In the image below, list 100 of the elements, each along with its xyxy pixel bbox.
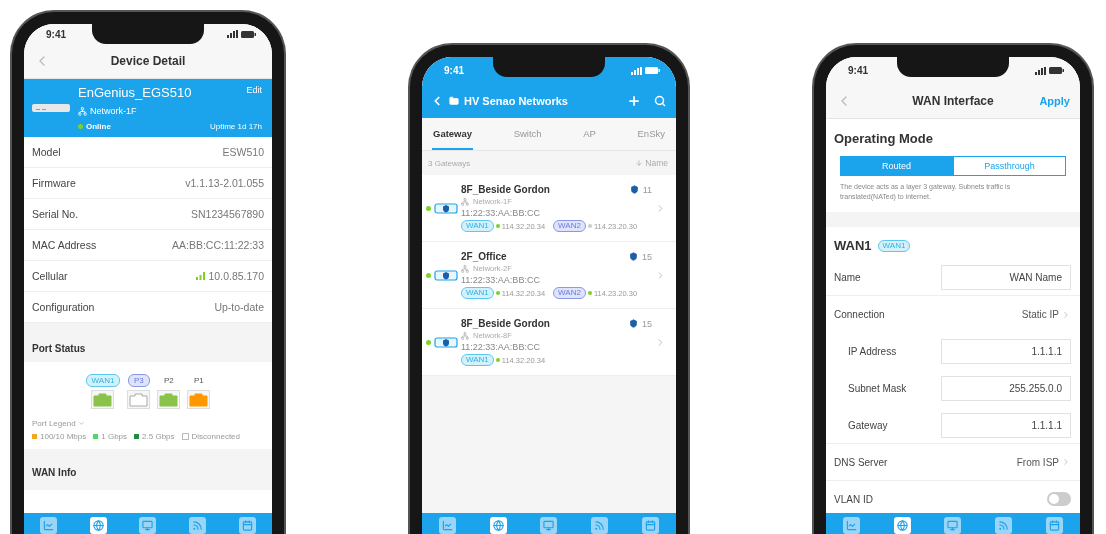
gateway-count: 3 Gateways bbox=[428, 158, 471, 168]
detail-value: ESW510 bbox=[222, 146, 264, 158]
tab-bar-button[interactable] bbox=[438, 517, 456, 534]
chart-icon bbox=[43, 520, 55, 531]
globe-icon bbox=[492, 520, 504, 531]
section-title: WAN1 bbox=[834, 238, 872, 253]
detail-label: Serial No. bbox=[32, 208, 79, 220]
folder-icon bbox=[449, 96, 459, 106]
legend-title: Port Legend bbox=[32, 419, 76, 428]
wan-tag: WAN2 bbox=[553, 220, 586, 232]
tab[interactable]: AP bbox=[582, 118, 597, 150]
selector-button[interactable]: From ISP bbox=[1016, 456, 1071, 468]
port-label: P1 bbox=[193, 375, 205, 387]
sort-button[interactable]: Name bbox=[635, 158, 668, 168]
detail-label: Firmware bbox=[32, 177, 76, 189]
tab-bar-button[interactable] bbox=[189, 517, 207, 534]
add-icon[interactable] bbox=[627, 94, 641, 108]
setting-label: VLAN ID bbox=[834, 493, 873, 505]
network-icon bbox=[78, 106, 87, 116]
network-icon bbox=[461, 264, 469, 273]
arrow-down-icon bbox=[635, 159, 644, 167]
tab-bar-button[interactable] bbox=[995, 517, 1013, 534]
client-count: 15 bbox=[642, 318, 652, 329]
chevron-right-icon bbox=[1061, 457, 1071, 467]
monitor-icon bbox=[947, 520, 959, 531]
calendar-icon bbox=[1049, 520, 1061, 531]
input-field[interactable]: WAN Name bbox=[941, 264, 1071, 290]
network-name: Network-1F bbox=[90, 106, 137, 116]
battery-icon bbox=[241, 30, 256, 38]
tab[interactable]: EnSky bbox=[636, 118, 666, 150]
toggle-switch[interactable] bbox=[1047, 492, 1071, 506]
tab-bar-button[interactable] bbox=[40, 517, 58, 534]
rss-icon bbox=[998, 520, 1010, 531]
input-field[interactable]: 1.1.1.1 bbox=[941, 339, 1071, 364]
segment-button[interactable]: Routed bbox=[840, 156, 953, 176]
screen-title: WAN Interface bbox=[912, 94, 994, 108]
tab-bar-button[interactable] bbox=[540, 517, 558, 534]
input-field[interactable]: 255.255.0.0 bbox=[941, 376, 1071, 401]
search-icon[interactable] bbox=[654, 95, 666, 107]
tab-bar-button[interactable] bbox=[944, 517, 962, 534]
detail-value: 10.0.85.170 bbox=[208, 270, 264, 282]
tab-bar-button[interactable] bbox=[1046, 517, 1064, 534]
globe-icon bbox=[92, 520, 104, 531]
monitor-icon bbox=[543, 520, 555, 531]
port-label: P2 bbox=[163, 375, 175, 387]
device-name: EnGenius_EGS510 bbox=[78, 85, 193, 100]
port-label: P3 bbox=[128, 374, 150, 387]
tab-bar-button[interactable] bbox=[842, 517, 860, 534]
rss-icon bbox=[192, 520, 204, 531]
shield-icon bbox=[629, 185, 639, 194]
tab-bar-button[interactable] bbox=[89, 517, 107, 534]
tab[interactable]: Gateway bbox=[432, 118, 474, 150]
calendar-icon bbox=[241, 520, 253, 531]
tab-bar-button[interactable] bbox=[893, 517, 911, 534]
setting-label: IP Address bbox=[848, 346, 897, 357]
status-time: 9:41 bbox=[46, 28, 66, 40]
legend-label: 1 Gbps bbox=[101, 432, 128, 441]
port-label: WAN1 bbox=[85, 374, 121, 387]
device-status: Online bbox=[86, 122, 111, 131]
tab-bar-button[interactable] bbox=[238, 517, 256, 534]
segment-button[interactable]: Passthrough bbox=[953, 156, 1066, 176]
wan-tag: WAN1 bbox=[461, 220, 494, 232]
section-title: Port Status bbox=[24, 323, 272, 362]
header-title: HV Senao Networks bbox=[464, 95, 568, 107]
legend-label: 2.5 Gbps bbox=[142, 432, 175, 441]
status-time: 9:41 bbox=[444, 65, 464, 76]
apply-link[interactable]: Apply bbox=[1039, 95, 1070, 107]
screen-title: Device Detail bbox=[110, 54, 186, 68]
network-icon bbox=[461, 197, 469, 206]
input-field[interactable]: 1.1.1.1 bbox=[941, 412, 1071, 438]
selector-button[interactable]: Static IP bbox=[1021, 309, 1071, 320]
tab[interactable]: Switch bbox=[512, 118, 543, 150]
wan-tag: WAN1 bbox=[461, 354, 494, 366]
uptime-text: Uptime 1d 17h bbox=[209, 122, 262, 131]
signal-icon bbox=[631, 66, 642, 75]
mac-address: 11:22:33:AA:BB:CC bbox=[461, 208, 540, 218]
signal-icon bbox=[1035, 66, 1046, 75]
tab-bar-button[interactable] bbox=[642, 517, 660, 534]
shield-icon bbox=[629, 319, 638, 328]
detail-value: SN1234567890 bbox=[191, 208, 264, 220]
setting-label: DNS Server bbox=[834, 456, 888, 468]
mac-address: 11:22:33:AA:BB:CC bbox=[461, 342, 540, 352]
client-count: 11 bbox=[642, 184, 652, 195]
tab-bar-button[interactable] bbox=[139, 517, 157, 534]
section-title: WAN Info bbox=[24, 449, 272, 490]
setting-label: Subnet Mask bbox=[848, 383, 907, 394]
tab-bar-button[interactable] bbox=[489, 517, 507, 534]
setting-label: Gateway bbox=[848, 419, 888, 431]
calendar-icon bbox=[645, 520, 657, 531]
wan-tag: WAN2 bbox=[553, 287, 586, 299]
router-icon bbox=[434, 269, 458, 281]
tab-bar-button[interactable] bbox=[591, 517, 609, 534]
router-icon bbox=[434, 202, 458, 214]
detail-value: Up-to-date bbox=[214, 301, 264, 313]
network-icon bbox=[461, 331, 469, 340]
device-name: 2F_Office bbox=[461, 251, 507, 262]
edit-link[interactable]: Edit bbox=[246, 85, 262, 95]
wan-tag: WAN1 bbox=[877, 239, 911, 252]
device-name: 8F_Beside Gordon bbox=[461, 318, 550, 329]
detail-value: v1.1.13-2.01.055 bbox=[185, 177, 264, 189]
